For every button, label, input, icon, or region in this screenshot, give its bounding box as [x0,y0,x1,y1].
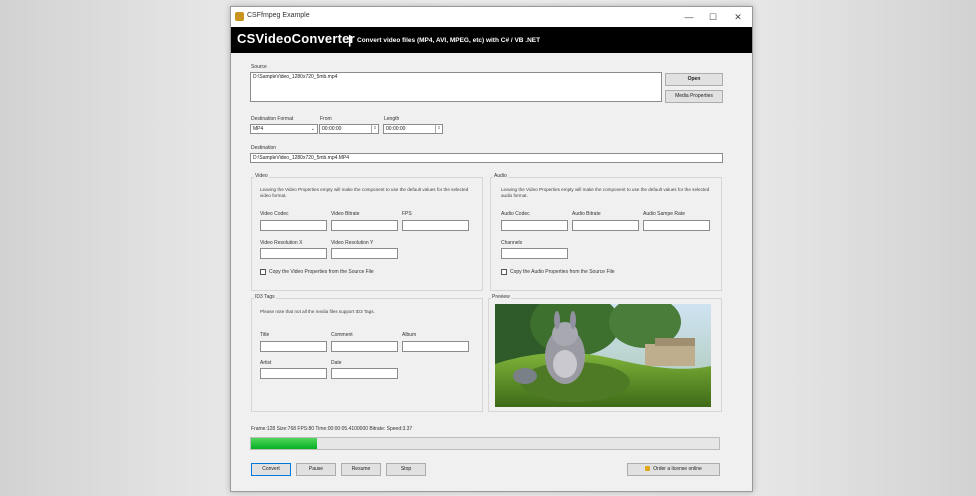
stop-button[interactable]: Stop [386,463,426,476]
app-window: CSFfmpeg Example — ☐ ✕ CSVideoConverter … [230,6,753,492]
artist-tag-label: Artist [260,360,272,366]
audio-sample-rate-label: Audio Sampe Rate [643,211,685,217]
channels-input[interactable] [501,248,568,259]
banner-subtitle: Convert video files (MP4, AVI, MPEG, etc… [357,37,541,44]
destination-format-value: MP4 [253,126,264,132]
date-tag-label: Date [331,360,342,366]
album-tag-label: Album [402,332,417,338]
from-time-value: 00:00:00 [322,126,342,132]
license-icon [645,466,651,472]
order-license-label: Order a license online [653,466,702,472]
channels-label: Channels [501,240,523,246]
order-license-button[interactable]: Order a license online [627,463,720,476]
media-properties-button[interactable]: Media Properties [665,90,723,103]
destination-format-select[interactable]: MP4 ⌄ [250,124,318,134]
destination-input[interactable]: D:\SampleVideo_1280x720_5mb.mp4.MP4 [250,153,723,163]
conversion-progress-bar [250,437,720,450]
id3-group [251,298,483,412]
source-textarea[interactable]: D:\SampleVideo_1280x720_5mb.mp4 [250,72,662,102]
window-title: CSFfmpeg Example [247,12,310,19]
copy-video-properties-checkbox[interactable] [260,269,266,275]
progress-fill [251,438,317,449]
audio-group-title: Audio [493,173,508,179]
pause-button[interactable]: Pause [296,463,336,476]
video-group-title: Video [254,173,269,179]
audio-bitrate-label: Audio Bitrate [572,211,601,217]
app-icon [235,12,244,21]
fps-input[interactable] [402,220,469,231]
id3-note: Please note that not all the media files… [260,309,375,314]
video-res-y-input[interactable] [331,248,398,259]
length-time-input[interactable]: 00:00:00 ⇕ [383,124,443,134]
from-time-input[interactable]: 00:00:00 ⇕ [319,124,379,134]
title-tag-label: Title [260,332,270,338]
copy-audio-properties-label: Copy the Audio Properties from the Sourc… [510,269,615,275]
video-res-x-input[interactable] [260,248,327,259]
preview-group-title: Preview [491,294,511,300]
from-label: From [320,116,332,122]
convert-button[interactable]: Convert [251,463,291,476]
copy-audio-properties-checkbox[interactable] [501,269,507,275]
audio-sample-rate-input[interactable] [643,220,710,231]
artist-tag-input[interactable] [260,368,327,379]
audio-codec-input[interactable] [501,220,568,231]
maximize-button[interactable]: ☐ [703,9,723,25]
chevron-down-icon: ⌄ [310,126,315,132]
length-time-value: 00:00:00 [386,126,406,132]
resume-button[interactable]: Resume [341,463,381,476]
video-res-x-label: Video Resolution X [260,240,303,246]
album-tag-input[interactable] [402,341,469,352]
length-spinner-icon[interactable]: ⇕ [435,125,442,133]
comment-tag-label: Comment [331,332,353,338]
from-spinner-icon[interactable]: ⇕ [371,125,378,133]
copy-video-properties-label: Copy the Video Properties from the Sourc… [269,269,374,275]
video-preview-image [495,304,711,407]
comment-tag-input[interactable] [331,341,398,352]
length-label: Length [384,116,400,122]
banner-title: CSVideoConverter [237,31,355,46]
video-note: Leaving the Video Properties empty will … [260,187,469,198]
video-bitrate-label: Video Bitrate [331,211,360,217]
audio-codec-label: Audio Codec [501,211,530,217]
date-tag-input[interactable] [331,368,398,379]
open-button[interactable]: Open [665,73,723,86]
minimize-button[interactable]: — [679,9,699,25]
status-text: Frame:128 Size:768 FPS:80 Time:00:00:05.… [251,426,413,432]
id3-group-title: ID3 Tags [254,294,276,300]
video-codec-label: Video Codec [260,211,289,217]
title-tag-input[interactable] [260,341,327,352]
source-label: Source [251,64,267,70]
close-button[interactable]: ✕ [728,9,748,25]
destination-label: Destination [251,145,277,151]
video-bitrate-input[interactable] [331,220,398,231]
banner-separator: | [348,33,352,47]
audio-bitrate-input[interactable] [572,220,639,231]
fps-label: FPS [402,211,412,217]
destination-format-label: Destination Format [251,116,294,122]
video-res-y-label: Video Resolution Y [331,240,374,246]
audio-note: Leaving the Video Properties empty will … [501,187,710,198]
video-codec-input[interactable] [260,220,327,231]
